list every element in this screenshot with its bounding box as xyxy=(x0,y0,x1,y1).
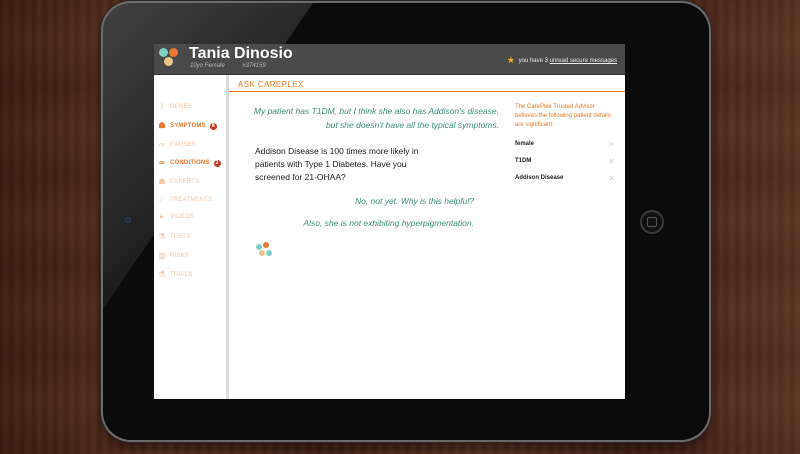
sidebar-item-tests[interactable]: ⚗ TESTS xyxy=(158,231,190,243)
sidebar-item-symptoms[interactable]: ☗ SYMPTOMS 8 xyxy=(158,120,217,132)
front-camera xyxy=(125,217,131,223)
play-icon: ▸ xyxy=(159,212,165,221)
home-button[interactable] xyxy=(640,210,664,234)
detail-label: female xyxy=(515,141,535,147)
user-message: My patient has T1DM, but I think she als… xyxy=(253,106,499,130)
page-title: ASK CAREPLEX xyxy=(238,80,304,89)
symptoms-count-badge: 8 xyxy=(209,122,217,130)
flask-icon: ⚗ xyxy=(158,232,166,241)
significant-detail: T1DM ✕ xyxy=(515,157,615,168)
sidebar-item-label: CAUSES xyxy=(170,142,196,148)
remove-icon[interactable]: ✕ xyxy=(608,174,615,183)
sidebar-item-label: SYMPTOMS xyxy=(170,123,206,129)
app-screen: Tania Dinosio 10yo Female #374159 ★ you … xyxy=(154,44,625,399)
ask-careplex-panel: ASK CAREPLEX My patient has T1DM, but I … xyxy=(229,75,625,399)
sidebar-item-trials[interactable]: ⚗ TRIALS xyxy=(158,269,192,281)
link-icon: ∞ xyxy=(159,140,165,149)
title-divider xyxy=(229,91,625,92)
advisor-intro: The CarePlex Trusted Advisor believes th… xyxy=(515,104,611,128)
sidebar-item-label: EXPERTS xyxy=(170,179,200,185)
sidebar: ⌇ GENES ☗ SYMPTOMS 8 ∞ CAUSES ∞ CONDITIO… xyxy=(154,75,229,399)
link-icon: ∞ xyxy=(159,158,165,167)
sidebar-item-treatments[interactable]: ⟋ TREATMENTS xyxy=(158,194,212,206)
notice-text: you have 3 xyxy=(518,58,548,64)
sidebar-item-causes[interactable]: ∞ CAUSES xyxy=(158,139,196,151)
patient-header: Tania Dinosio 10yo Female #374159 ★ you … xyxy=(154,44,625,75)
sidebar-item-experts[interactable]: ☗ EXPERTS xyxy=(158,176,199,188)
ipad-frame: Tania Dinosio 10yo Female #374159 ★ you … xyxy=(103,3,709,440)
careplex-logo-icon xyxy=(159,48,181,70)
patient-demographics: 10yo Female xyxy=(190,63,225,69)
detail-label: Addison Disease xyxy=(515,175,564,181)
significant-detail: female ✕ xyxy=(515,140,615,151)
sidebar-item-label: VIDEOS xyxy=(170,214,194,220)
sidebar-item-label: CONDITIONS xyxy=(170,160,210,166)
typing-indicator-icon xyxy=(256,242,274,260)
messages-notice: ★ you have 3 unread secure messages xyxy=(507,55,617,66)
detail-label: T1DM xyxy=(515,158,532,164)
patient-meta: 10yo Female #374159 xyxy=(190,63,282,69)
sidebar-item-videos[interactable]: ▸ VIDEOS xyxy=(158,211,194,223)
person-icon: ☗ xyxy=(158,121,166,130)
syringe-icon: ⟋ xyxy=(159,195,165,204)
conditions-count-badge: 2 xyxy=(213,159,221,167)
sidebar-item-conditions[interactable]: ∞ CONDITIONS 2 xyxy=(158,157,221,169)
sidebar-item-label: TESTS xyxy=(170,234,191,240)
sidebar-item-genes[interactable]: ⌇ GENES xyxy=(158,101,192,113)
person-icon: ☗ xyxy=(158,177,166,186)
chart-icon: ▥ xyxy=(158,251,166,260)
sidebar-item-risks[interactable]: ▥ RISKS xyxy=(158,250,189,262)
patient-name: Tania Dinosio xyxy=(189,45,293,62)
sidebar-item-label: GENES xyxy=(170,104,193,110)
patient-id: #374159 xyxy=(242,63,266,69)
remove-icon[interactable]: ✕ xyxy=(608,140,615,149)
trusted-advisor-panel: The CarePlex Trusted Advisor believes th… xyxy=(515,103,615,183)
sidebar-item-label: TRIALS xyxy=(170,272,193,278)
assistant-message: Addison Disease is 100 times more likely… xyxy=(255,146,419,182)
unread-messages-link[interactable]: unread secure messages xyxy=(550,58,617,64)
user-message: Also, she is not exhibiting hyperpigment… xyxy=(303,218,474,228)
flask-icon: ⚗ xyxy=(158,270,166,279)
user-message: No, not yet. Why is this helpful? xyxy=(354,196,474,206)
significant-detail: Addison Disease ✕ xyxy=(515,174,615,185)
star-icon: ★ xyxy=(506,55,515,65)
remove-icon[interactable]: ✕ xyxy=(608,157,615,166)
sidebar-item-label: RISKS xyxy=(170,253,190,259)
sidebar-item-label: TREATMENTS xyxy=(170,197,213,203)
gene-icon: ⌇ xyxy=(159,102,165,111)
